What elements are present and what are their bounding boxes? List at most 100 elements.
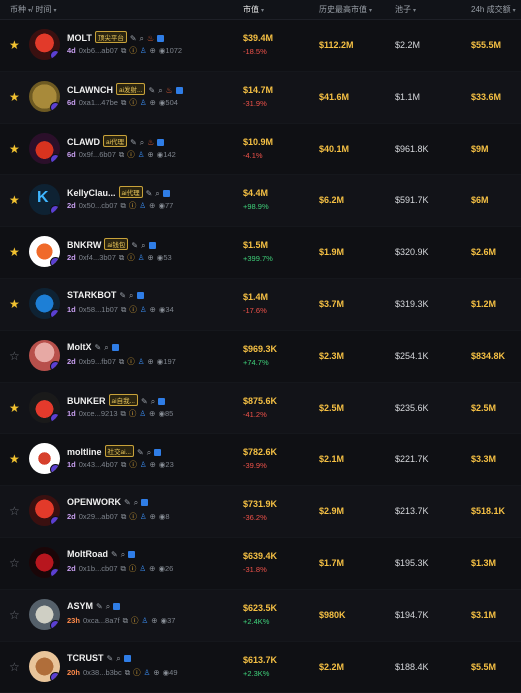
token-name[interactable]: KellyClau... — [67, 188, 116, 198]
token-name[interactable]: OPENWORK — [67, 497, 121, 507]
token-row[interactable]: ★ K KellyClau... ai代理 ✎ ⌕ 2d 0x50...cb07 ⧉ ⓘ ♙ ⊕… — [0, 175, 521, 228]
contract-address[interactable]: 0xca...8a7f — [83, 616, 120, 625]
search-icon[interactable]: ⌕ — [140, 138, 144, 148]
holders-icon[interactable]: ♙ — [144, 668, 151, 677]
favorite-star-icon[interactable]: ★ — [9, 39, 20, 51]
favorite-star-icon[interactable]: ☆ — [9, 505, 20, 517]
crab-figure-icon[interactable] — [29, 650, 60, 682]
favorite-star-icon[interactable]: ★ — [9, 246, 20, 258]
website-icon[interactable]: ⊕ — [153, 668, 159, 677]
token-row[interactable]: ★ CLAWD ai代理 ✎ ⌕ ♨ 6d 0x9f...6b07 ⧉ ⓘ ♙ ⊕ ◉142 $10… — [0, 123, 521, 176]
ath-column-header[interactable]: 历史最高市值 ▾ — [319, 4, 372, 15]
search-icon[interactable]: ⌕ — [121, 550, 125, 560]
token-name[interactable]: CLAWNCH — [67, 85, 113, 95]
sort-icon[interactable]: ▾ — [413, 8, 416, 14]
website-icon[interactable]: ⊕ — [147, 253, 153, 262]
edit-icon[interactable]: ✎ — [148, 86, 155, 95]
copy-icon[interactable]: ⧉ — [121, 98, 126, 107]
search-icon[interactable]: ⌕ — [116, 654, 120, 664]
favorite-star-icon[interactable]: ☆ — [9, 609, 20, 621]
favorite-star-icon[interactable]: ★ — [9, 402, 20, 414]
volume-column-header[interactable]: 24h 成交额 ▾ — [471, 4, 516, 15]
edit-icon[interactable]: ✎ — [119, 291, 126, 300]
edit-icon[interactable]: ✎ — [131, 241, 138, 250]
search-icon[interactable]: ⌕ — [158, 86, 162, 96]
contract-address[interactable]: 0xa1...47be — [79, 98, 118, 107]
search-icon[interactable]: ⌕ — [140, 34, 144, 44]
holders-icon[interactable]: ♙ — [138, 150, 145, 159]
token-name[interactable]: STARKBOT — [67, 290, 116, 300]
token-name[interactable]: moltline — [67, 447, 102, 457]
pink-figure-icon[interactable] — [29, 339, 60, 371]
token-name[interactable]: BUNKER — [67, 396, 106, 406]
favorite-star-icon[interactable]: ☆ — [9, 350, 20, 362]
website-icon[interactable]: ⊕ — [150, 46, 156, 55]
favorite-star-icon[interactable]: ★ — [9, 143, 20, 155]
holders-icon[interactable]: ♙ — [140, 98, 147, 107]
token-name[interactable]: TCRUST — [67, 653, 104, 663]
copy-icon[interactable]: ⧉ — [119, 150, 124, 159]
holders-icon[interactable]: ♙ — [140, 512, 147, 521]
search-icon[interactable]: ⌕ — [147, 448, 151, 458]
contract-address[interactable]: 0x43...4b07 — [79, 460, 118, 469]
sort-icon[interactable]: ▾ — [53, 8, 56, 14]
edit-icon[interactable]: ✎ — [146, 189, 153, 198]
token-row[interactable]: ☆ OPENWORK ✎ ⌕ 2d 0x29...ab07 ⧉ ⓘ ♙ ⊕ ◉8 $731.9K… — [0, 486, 521, 538]
cat-icon[interactable] — [29, 598, 60, 630]
token-row[interactable]: ☆ MoltX ✎ ⌕ 2d 0xb9...fb07 ⧉ ⓘ ♙ ⊕ ◉197 $969.3K … — [0, 330, 521, 383]
edit-icon[interactable]: ✎ — [95, 343, 102, 352]
copy-icon[interactable]: ⧉ — [123, 616, 128, 625]
favorite-star-icon[interactable]: ★ — [9, 91, 20, 103]
search-icon[interactable]: ⌕ — [155, 189, 159, 199]
holders-icon[interactable]: ♙ — [140, 305, 147, 314]
k-logo-icon[interactable]: K — [29, 184, 60, 216]
holders-icon[interactable]: ♙ — [140, 460, 147, 469]
holders-icon[interactable]: ♙ — [140, 46, 147, 55]
holders-icon[interactable]: ♙ — [142, 616, 149, 625]
favorite-star-icon[interactable]: ★ — [9, 194, 20, 206]
token-row[interactable]: ☆ TCRUST ✎ ⌕ 20h 0x38...b3bc ⧉ ⓘ ♙ ⊕ ◉49 $613.7K… — [0, 641, 521, 693]
copy-icon[interactable]: ⧉ — [121, 201, 126, 210]
coin-column-header[interactable]: 币种 ▾/ 时间 ▾ — [10, 4, 56, 15]
holders-icon[interactable]: ♙ — [139, 201, 146, 210]
website-icon[interactable]: ⊕ — [151, 616, 157, 625]
website-icon[interactable]: ⊕ — [150, 512, 156, 521]
contract-address[interactable]: 0xce...9213 — [79, 409, 118, 418]
holders-icon[interactable]: ♙ — [138, 357, 145, 366]
copy-icon[interactable]: ⧉ — [121, 512, 126, 521]
contract-address[interactable]: 0x1b...cb07 — [79, 564, 118, 573]
red-robot-icon[interactable] — [29, 495, 60, 527]
token-name[interactable]: MOLT — [67, 33, 92, 43]
edit-icon[interactable]: ✎ — [111, 550, 118, 559]
token-row[interactable]: ★ BNKRW ai钱包 ✎ ⌕ 2d 0xf4...3b07 ⧉ ⓘ ♙ ⊕ ◉53 $1.5M… — [0, 227, 521, 279]
copy-icon[interactable]: ⧉ — [121, 409, 126, 418]
contract-address[interactable]: 0xb9...fb07 — [79, 357, 116, 366]
sort-icon[interactable]: ▾ — [261, 8, 264, 14]
contract-address[interactable]: 0x29...ab07 — [79, 512, 118, 521]
edit-icon[interactable]: ✎ — [130, 34, 137, 43]
token-row[interactable]: ★ moltline 社交ai... ✎ ⌕ 1d 0x43...4b07 ⧉ ⓘ ♙ ⊕ ◉23… — [0, 434, 521, 487]
favorite-star-icon[interactable]: ☆ — [9, 557, 20, 569]
contract-address[interactable]: 0xb6...ab07 — [79, 46, 118, 55]
token-row[interactable]: ★ BUNKER ai自我... ✎ ⌕ 1d 0xce...9213 ⧉ ⓘ ♙ ⊕ ◉85 $… — [0, 382, 521, 435]
website-icon[interactable]: ⊕ — [149, 409, 155, 418]
search-icon[interactable]: ⌕ — [151, 397, 155, 407]
website-icon[interactable]: ⊕ — [147, 150, 153, 159]
token-row[interactable]: ☆ ASYM ✎ ⌕ 23h 0xca...8a7f ⧉ ⓘ ♙ ⊕ ◉37 $623.5K +… — [0, 589, 521, 642]
copy-icon[interactable]: ⧉ — [119, 253, 124, 262]
website-icon[interactable]: ⊕ — [150, 98, 156, 107]
holders-icon[interactable]: ♙ — [139, 409, 146, 418]
edit-icon[interactable]: ✎ — [96, 602, 103, 611]
edit-icon[interactable]: ✎ — [141, 397, 148, 406]
copy-icon[interactable]: ⧉ — [121, 46, 126, 55]
edit-icon[interactable]: ✎ — [130, 138, 137, 147]
red-crab-icon[interactable] — [29, 132, 60, 164]
sort-icon[interactable]: ▾ — [369, 8, 372, 14]
token-row[interactable]: ☆ MoltRoad ✎ ⌕ 2d 0x1b...cb07 ⧉ ⓘ ♙ ⊕ ◉26 $639.4… — [0, 537, 521, 590]
search-icon[interactable]: ⌕ — [134, 498, 138, 508]
copy-icon[interactable]: ⧉ — [121, 564, 126, 573]
red-robot-icon[interactable] — [29, 29, 60, 60]
blue-bot-icon[interactable] — [29, 287, 60, 319]
search-icon[interactable]: ⌕ — [104, 343, 108, 353]
token-name[interactable]: MoltRoad — [67, 549, 108, 559]
